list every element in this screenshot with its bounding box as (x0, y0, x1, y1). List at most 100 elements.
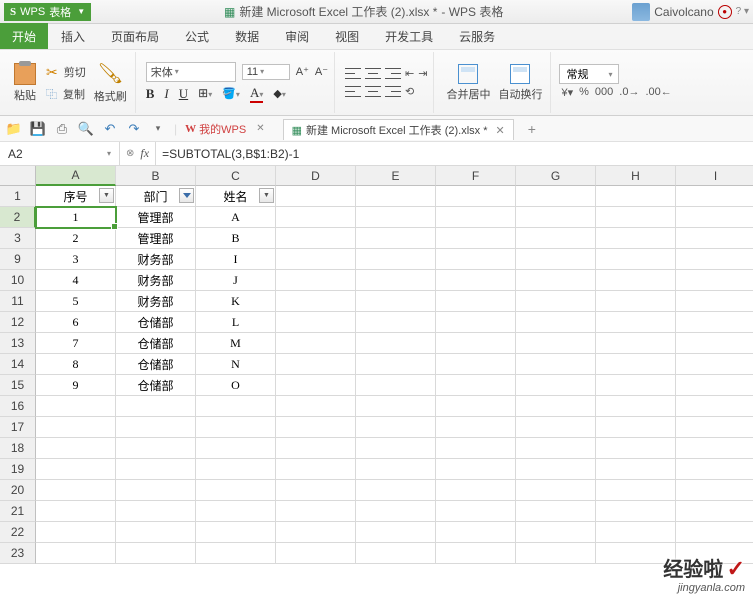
cell[interactable] (516, 459, 596, 480)
align-center-button[interactable] (365, 85, 381, 99)
cell[interactable]: 4 (36, 270, 116, 291)
cell[interactable] (196, 543, 276, 564)
new-tab-button[interactable]: + (528, 121, 536, 137)
cell[interactable] (676, 291, 753, 312)
increase-font-button[interactable]: A⁺ (296, 65, 309, 78)
cell[interactable]: 1 (36, 207, 116, 228)
cell[interactable] (116, 543, 196, 564)
column-header-I[interactable]: I (676, 166, 753, 186)
dropdown-icon[interactable] (99, 188, 114, 203)
decrease-decimal-button[interactable]: .00← (645, 86, 671, 99)
cell[interactable] (436, 333, 516, 354)
font-color-button[interactable]: A▾ (250, 85, 263, 103)
cell[interactable] (356, 459, 436, 480)
cancel-icon[interactable]: ⊗ (126, 148, 134, 159)
cell[interactable] (276, 312, 356, 333)
cell[interactable] (276, 480, 356, 501)
cell[interactable] (676, 438, 753, 459)
cell[interactable]: 财务部 (116, 249, 196, 270)
cell[interactable] (196, 480, 276, 501)
font-selector[interactable]: 宋体▾ (146, 62, 236, 82)
decrease-font-button[interactable]: A⁻ (315, 65, 328, 78)
cell[interactable] (356, 417, 436, 438)
cell[interactable] (116, 501, 196, 522)
cell[interactable] (676, 270, 753, 291)
cell[interactable] (436, 354, 516, 375)
cell[interactable] (676, 375, 753, 396)
paste-button[interactable]: 粘贴 (10, 52, 40, 113)
cell[interactable] (116, 438, 196, 459)
tab-page-layout[interactable]: 页面布局 (98, 23, 172, 49)
cell[interactable] (436, 459, 516, 480)
cell[interactable] (356, 270, 436, 291)
cell[interactable]: 序号 (36, 186, 116, 207)
notification-icon[interactable]: ● (718, 5, 732, 19)
row-header[interactable]: 22 (0, 522, 36, 543)
cell[interactable] (596, 459, 676, 480)
cell[interactable] (516, 543, 596, 564)
select-all-corner[interactable] (0, 166, 36, 186)
cell[interactable] (676, 333, 753, 354)
cell[interactable] (676, 459, 753, 480)
row-header[interactable]: 9 (0, 249, 36, 270)
cell[interactable]: 仓储部 (116, 354, 196, 375)
cell[interactable]: 2 (36, 228, 116, 249)
cell[interactable]: 6 (36, 312, 116, 333)
font-size-selector[interactable]: 11▾ (242, 64, 290, 80)
cell[interactable] (516, 333, 596, 354)
cell[interactable] (36, 459, 116, 480)
cell[interactable]: 3 (36, 249, 116, 270)
cell[interactable]: 仓储部 (116, 333, 196, 354)
row-header[interactable]: 11 (0, 291, 36, 312)
filter-icon[interactable] (179, 188, 194, 203)
cell[interactable] (596, 396, 676, 417)
row-header[interactable]: 19 (0, 459, 36, 480)
cell[interactable] (676, 249, 753, 270)
my-wps-link[interactable]: W我的WPS (185, 121, 246, 137)
app-badge[interactable]: S WPS 表格 ▼ (4, 3, 91, 21)
row-header[interactable]: 2 (0, 207, 36, 228)
cell[interactable] (436, 249, 516, 270)
cell[interactable] (436, 480, 516, 501)
cell[interactable] (596, 312, 676, 333)
row-header[interactable]: 15 (0, 375, 36, 396)
align-middle-button[interactable] (365, 67, 381, 81)
cell[interactable] (516, 207, 596, 228)
percent-button[interactable]: % (579, 86, 589, 99)
cell[interactable] (356, 438, 436, 459)
column-header-B[interactable]: B (116, 166, 196, 186)
file-tab[interactable]: ▦ 新建 Microsoft Excel 工作表 (2).xlsx * ✕ (283, 119, 514, 140)
avatar[interactable] (632, 3, 650, 21)
copy-button[interactable]: ⿻复制 (44, 85, 88, 103)
cell[interactable] (356, 228, 436, 249)
cell[interactable] (676, 522, 753, 543)
cell[interactable]: 仓储部 (116, 312, 196, 333)
cell[interactable] (596, 375, 676, 396)
tab-developer[interactable]: 开发工具 (372, 23, 446, 49)
cell[interactable] (276, 207, 356, 228)
spreadsheet[interactable]: ABCDEFGHI 1序号部门姓名21管理部A32管理部B93财务部I104财务… (0, 166, 753, 564)
cut-button[interactable]: ✂剪切 (44, 63, 88, 82)
align-right-button[interactable] (385, 85, 401, 99)
row-header[interactable]: 13 (0, 333, 36, 354)
cell[interactable] (356, 312, 436, 333)
cell[interactable] (516, 354, 596, 375)
cell[interactable] (516, 480, 596, 501)
cell[interactable] (436, 438, 516, 459)
align-left-button[interactable] (345, 85, 361, 99)
cell[interactable] (436, 186, 516, 207)
cell[interactable] (196, 522, 276, 543)
help-dropdown-icon[interactable]: ? ▾ (736, 6, 749, 17)
format-painter-button[interactable]: 🖌 格式刷 (90, 52, 131, 113)
cell[interactable] (276, 417, 356, 438)
cell[interactable] (596, 522, 676, 543)
cell[interactable] (356, 522, 436, 543)
column-header-C[interactable]: C (196, 166, 276, 186)
row-header[interactable]: 18 (0, 438, 36, 459)
cell[interactable]: 仓储部 (116, 375, 196, 396)
column-header-H[interactable]: H (596, 166, 676, 186)
orientation-button[interactable]: ⟲ (405, 85, 414, 99)
cell[interactable] (436, 417, 516, 438)
cell[interactable] (436, 270, 516, 291)
wrap-text-button[interactable]: 自动换行 (494, 52, 546, 113)
